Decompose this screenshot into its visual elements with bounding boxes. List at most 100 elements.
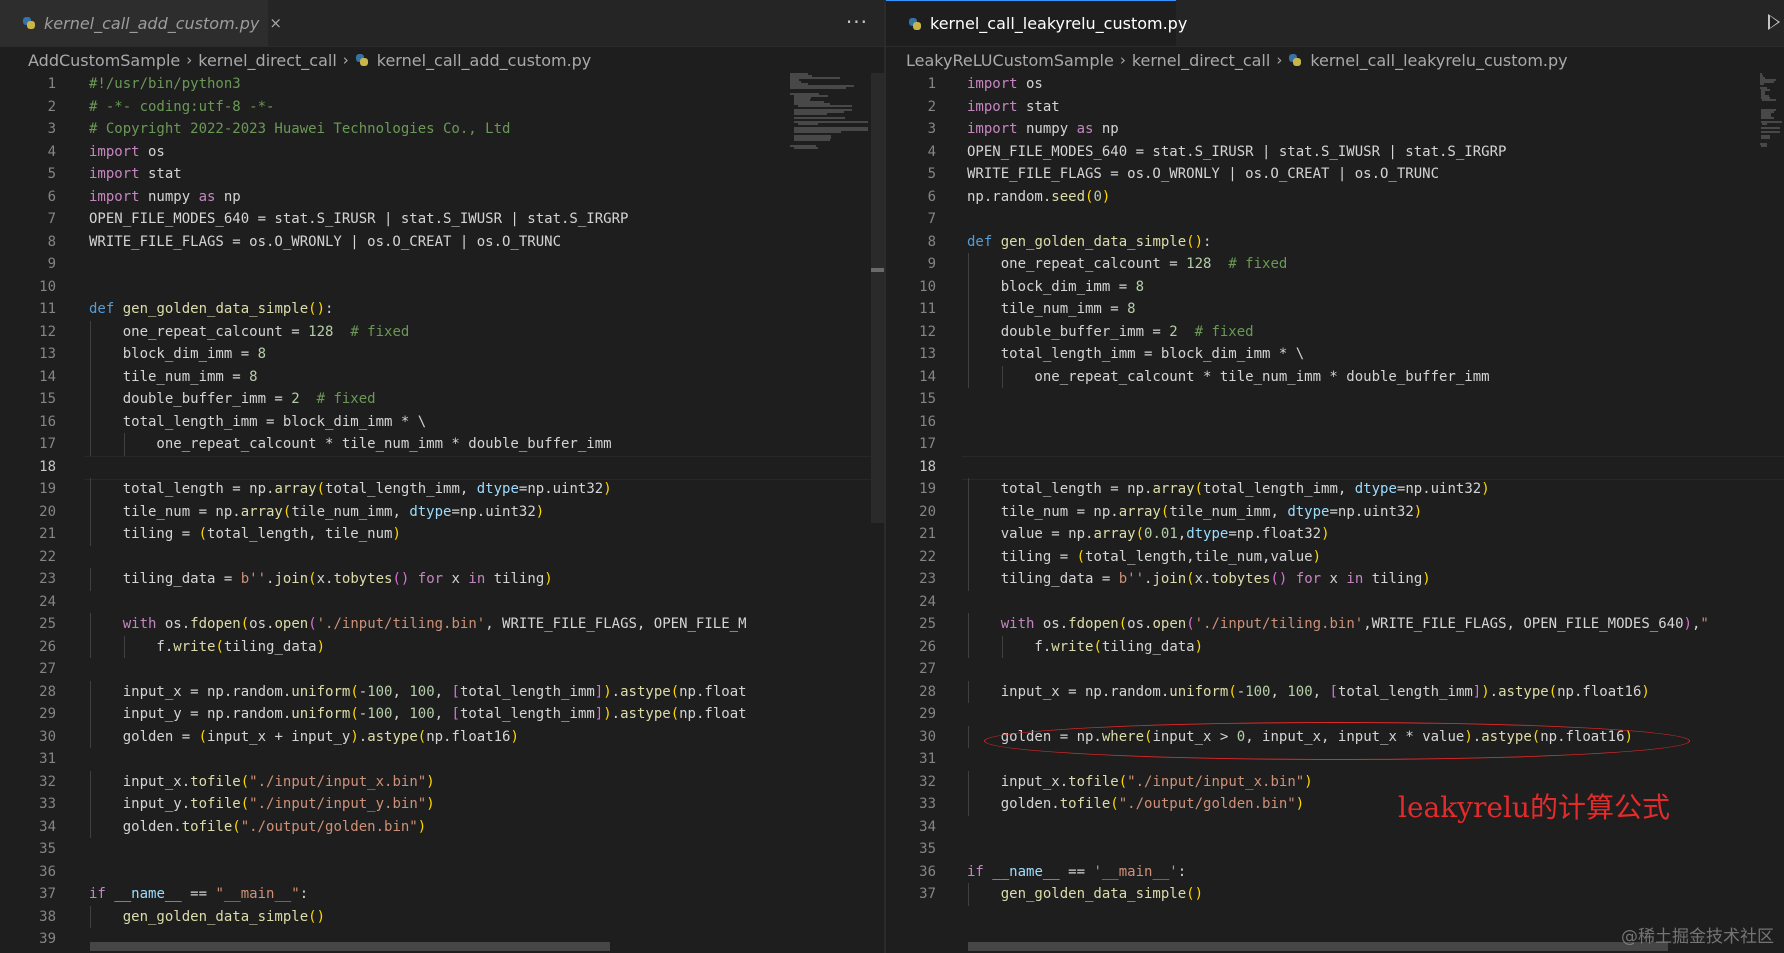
code-line[interactable]: 2 import stat xyxy=(886,96,1784,119)
code-line[interactable]: 35 xyxy=(886,838,1784,861)
code-line[interactable]: 14 tile_num_imm = 8 xyxy=(0,366,886,389)
close-icon[interactable]: × xyxy=(269,14,282,32)
code-line[interactable]: 15 double_buffer_imm = 2 # fixed xyxy=(0,388,886,411)
vertical-scrollbar[interactable] xyxy=(871,73,885,523)
code-line[interactable]: 29 input_y = np.random.uniform(-100, 100… xyxy=(0,703,886,726)
code-line[interactable]: 24 xyxy=(0,591,886,614)
line-number: 22 xyxy=(919,548,936,565)
breadcrumb-item[interactable]: kernel_direct_call xyxy=(1132,51,1271,70)
code-text: one_repeat_calcount = 128 # fixed xyxy=(967,256,1288,272)
code-line[interactable]: 17 one_repeat_calcount * tile_num_imm * … xyxy=(0,433,886,456)
code-line[interactable]: 14 one_repeat_calcount * tile_num_imm * … xyxy=(886,366,1784,389)
run-icon[interactable] xyxy=(1768,14,1780,30)
code-line[interactable]: 8 WRITE_FILE_FLAGS = os.O_WRONLY | os.O_C… xyxy=(0,231,886,254)
indent-guide xyxy=(968,635,969,658)
code-line[interactable]: 12 one_repeat_calcount = 128 # fixed xyxy=(0,321,886,344)
code-line[interactable]: 4 OPEN_FILE_MODES_640 = stat.S_IRUSR | st… xyxy=(886,141,1784,164)
code-line[interactable]: 3 import numpy as np xyxy=(886,118,1784,141)
code-line[interactable]: 24 xyxy=(886,591,1784,614)
code-line[interactable]: 38 gen_golden_data_simple() xyxy=(0,906,886,929)
line-number: 24 xyxy=(919,593,936,610)
code-line[interactable]: 1 import os xyxy=(886,73,1784,96)
code-line[interactable]: 6 np.random.seed(0) xyxy=(886,186,1784,209)
code-line[interactable]: 23 tiling_data = b''.join(x.tobytes() fo… xyxy=(0,568,886,591)
code-line[interactable]: 1 #!/usr/bin/python3 xyxy=(0,73,886,96)
code-line[interactable]: 36 if __name__ == '__main__': xyxy=(886,861,1784,884)
code-text: total_length_imm = block_dim_imm * \ xyxy=(89,413,427,430)
code-line[interactable]: 13 block_dim_imm = 8 xyxy=(0,343,886,366)
breadcrumb-item[interactable]: kernel_direct_call xyxy=(198,51,337,70)
code-line[interactable]: 35 xyxy=(0,838,886,861)
horizontal-scrollbar[interactable] xyxy=(968,942,1668,951)
code-line[interactable]: 27 xyxy=(0,658,886,681)
horizontal-scrollbar[interactable] xyxy=(90,942,610,951)
code-line[interactable]: 12 double_buffer_imm = 2 # fixed xyxy=(886,321,1784,344)
line-number: 30 xyxy=(39,728,56,745)
code-line[interactable]: 9 one_repeat_calcount = 128 # fixed xyxy=(886,253,1784,276)
breadcrumb-item[interactable]: AddCustomSample xyxy=(28,51,180,70)
code-line[interactable]: 22 tiling = (total_length,tile_num,value… xyxy=(886,546,1784,569)
minimap[interactable] xyxy=(1760,73,1782,153)
code-line[interactable]: 10 xyxy=(0,276,886,299)
code-line[interactable]: 23 tiling_data = b''.join(x.tobytes() fo… xyxy=(886,568,1784,591)
code-line[interactable]: 10 block_dim_imm = 8 xyxy=(886,276,1784,299)
code-line[interactable]: 37 gen_golden_data_simple() xyxy=(886,883,1784,906)
code-line[interactable]: 30 golden = (input_x + input_y).astype(n… xyxy=(0,726,886,749)
code-line[interactable]: 26 f.write(tiling_data) xyxy=(0,636,886,659)
code-line[interactable]: 5 WRITE_FILE_FLAGS = os.O_WRONLY | os.O_C… xyxy=(886,163,1784,186)
breadcrumb-item[interactable]: LeakyReLUCustomSample xyxy=(906,51,1114,70)
line-number: 37 xyxy=(919,886,936,902)
code-line[interactable]: 3 # Copyright 2022-2023 Huawei Technologi… xyxy=(0,118,886,141)
minimap[interactable] xyxy=(790,73,880,153)
breadcrumb-item[interactable]: kernel_call_add_custom.py xyxy=(377,51,592,70)
code-line[interactable]: 13 total_length_imm = block_dim_imm * \ xyxy=(886,343,1784,366)
more-actions-icon[interactable]: ··· xyxy=(846,10,868,34)
code-line[interactable]: 11 tile_num_imm = 8 xyxy=(886,298,1784,321)
code-line[interactable]: 8 def gen_golden_data_simple(): xyxy=(886,231,1784,254)
code-line[interactable]: 16 xyxy=(886,411,1784,434)
code-line[interactable]: 16 total_length_imm = block_dim_imm * \ xyxy=(0,411,886,434)
code-line[interactable]: 37 if __name__ == "__main__": xyxy=(0,883,886,906)
indent-guide xyxy=(90,680,91,703)
code-line[interactable]: 25 with os.fdopen(os.open('./input/tilin… xyxy=(0,613,886,636)
code-line[interactable]: 27 xyxy=(886,658,1784,681)
code-line[interactable]: 18 xyxy=(0,455,886,480)
code-line[interactable]: 25 with os.fdopen(os.open('./input/tilin… xyxy=(886,613,1784,636)
code-line[interactable]: 2 # -*- coding:utf-8 -*- xyxy=(0,96,886,119)
code-line[interactable]: 7 xyxy=(886,208,1784,231)
line-number: 7 xyxy=(927,211,936,227)
code-line[interactable]: 20 tile_num = np.array(tile_num_imm, dty… xyxy=(886,501,1784,524)
minimap-line xyxy=(1762,123,1767,125)
code-line[interactable]: 18 xyxy=(886,455,1784,480)
code-line[interactable]: 4 import os xyxy=(0,141,886,164)
code-editor[interactable]: 1 #!/usr/bin/python3 2 # -*- coding:utf-8 -… xyxy=(0,73,886,953)
code-line[interactable]: 7 OPEN_FILE_MODES_640 = stat.S_IRUSR | st… xyxy=(0,208,886,231)
code-text: def gen_golden_data_simple(): xyxy=(967,233,1212,250)
breadcrumb-item[interactable]: kernel_call_leakyrelu_custom.py xyxy=(1310,51,1567,70)
code-line[interactable]: 31 xyxy=(0,748,886,771)
tab-kernel-call-leakyrelu-custom[interactable]: kernel_call_leakyrelu_custom.py xyxy=(886,0,1187,46)
code-line[interactable]: 19 total_length = np.array(total_length_… xyxy=(0,478,886,501)
code-line[interactable]: 28 input_x = np.random.uniform(-100, 100… xyxy=(0,681,886,704)
code-line[interactable]: 33 input_y.tofile("./input/input_y.bin") xyxy=(0,793,886,816)
code-line[interactable]: 36 xyxy=(0,861,886,884)
code-line[interactable]: 21 tiling = (total_length, tile_num) xyxy=(0,523,886,546)
code-line[interactable]: 6 import numpy as np xyxy=(0,186,886,209)
minimap-line xyxy=(1761,117,1774,119)
line-number: 13 xyxy=(39,346,56,362)
code-line[interactable]: 9 xyxy=(0,253,886,276)
code-line[interactable]: 26 f.write(tiling_data) xyxy=(886,636,1784,659)
code-line[interactable]: 15 xyxy=(886,388,1784,411)
code-line[interactable]: 17 xyxy=(886,433,1784,456)
code-line[interactable]: 20 tile_num = np.array(tile_num_imm, dty… xyxy=(0,501,886,524)
code-line[interactable]: 34 golden.tofile("./output/golden.bin") xyxy=(0,816,886,839)
code-line[interactable]: 5 import stat xyxy=(0,163,886,186)
code-line[interactable]: 22 xyxy=(0,546,886,569)
code-line[interactable]: 11 def gen_golden_data_simple(): xyxy=(0,298,886,321)
code-line[interactable]: 19 total_length = np.array(total_length_… xyxy=(886,478,1784,501)
code-line[interactable]: 21 value = np.array(0.01,dtype=np.float3… xyxy=(886,523,1784,546)
code-text: tile_num_imm = 8 xyxy=(89,368,258,385)
tab-kernel-call-add-custom[interactable]: kernel_call_add_custom.py × xyxy=(0,0,282,46)
code-line[interactable]: 28 input_x = np.random.uniform(-100, 100… xyxy=(886,681,1784,704)
code-line[interactable]: 32 input_x.tofile("./input/input_x.bin") xyxy=(0,771,886,794)
